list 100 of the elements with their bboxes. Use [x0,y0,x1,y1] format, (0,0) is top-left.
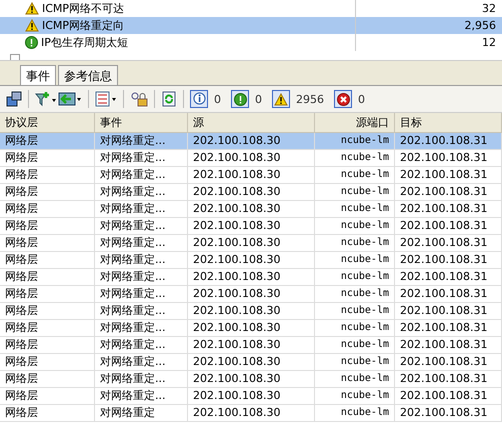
table-cell: 网络层 [0,201,95,218]
table-cell: ncube-lm [315,303,395,320]
table-cell: ncube-lm [315,337,395,354]
filter-count: 2956 [296,92,324,106]
table-cell: 202.100.108.31 [395,320,502,337]
table-cell: ncube-lm [315,269,395,286]
table-cell: 202.100.108.30 [188,235,315,252]
table-cell: ncube-lm [315,133,395,150]
exclamation-icon [234,92,246,106]
export-icon[interactable] [58,91,82,107]
table-cell: 202.100.108.31 [395,371,502,388]
table-cell: 网络层 [0,184,95,201]
table-cell: 对网络重定... [95,354,188,371]
table-cell: 202.100.108.31 [395,354,502,371]
filter-count: 0 [358,92,365,106]
tree-row[interactable]: ICMP网络重定向 2,956 [0,17,502,34]
warning-icon [25,19,39,32]
table-cell: 202.100.108.31 [395,252,502,269]
table-cell: ncube-lm [315,371,395,388]
table-cell: 202.100.108.31 [395,235,502,252]
tree-label: ICMP网络重定向 [42,18,124,33]
refresh-icon[interactable] [161,91,177,107]
table-cell: 202.100.108.31 [395,218,502,235]
table-cell: 对网络重定... [95,320,188,337]
table-cell: 202.100.108.31 [395,201,502,218]
event-count: 32 [481,2,497,15]
table-cell: 202.100.108.30 [188,354,315,371]
table-cell: 202.100.108.31 [395,150,502,167]
table-cell: 202.100.108.31 [395,405,502,422]
list-icon[interactable] [95,91,117,107]
table-cell: 网络层 [0,269,95,286]
warning-icon [25,2,39,15]
column-header[interactable]: 目标 [395,113,502,133]
column-header[interactable]: 协议层 [0,113,95,133]
table-cell: 网络层 [0,150,95,167]
column-header[interactable]: 源 [188,113,315,133]
table-cell: 对网络重定... [95,235,188,252]
tree-label: ICMP网络不可达 [42,1,124,16]
tree-label: IP包生存周期太短 [41,35,128,50]
table-cell: 202.100.108.30 [188,371,315,388]
table-cell: ncube-lm [315,184,395,201]
table-cell: 202.100.108.31 [395,184,502,201]
lock-icon[interactable] [130,91,148,107]
filter-toggle[interactable] [190,90,208,108]
table-cell: 对网络重定... [95,218,188,235]
table-cell: 对网络重定... [95,133,188,150]
table-cell: 202.100.108.30 [188,184,315,201]
table-cell: 对网络重定... [95,337,188,354]
table-cell: 202.100.108.31 [395,269,502,286]
table-cell: 202.100.108.30 [188,269,315,286]
table-cell: ncube-lm [315,388,395,405]
table-cell: 202.100.108.30 [188,167,315,184]
column-header[interactable]: 源端口 [315,113,395,133]
filter-toggle[interactable] [231,90,249,108]
table-cell: 对网络重定... [95,184,188,201]
table-cell: 202.100.108.30 [188,150,315,167]
table-cell: 202.100.108.30 [188,218,315,235]
table-cell: ncube-lm [315,252,395,269]
table-cell: ncube-lm [315,150,395,167]
table-cell: 对网络重定 [95,405,188,422]
table-cell: 202.100.108.31 [395,167,502,184]
table-cell: 对网络重定... [95,252,188,269]
table-cell: 网络层 [0,388,95,405]
table-cell: 202.100.108.30 [188,252,315,269]
table-cell: 202.100.108.31 [395,337,502,354]
filter-toggle[interactable] [272,90,290,108]
filter-count: 0 [214,92,221,106]
table-cell: 202.100.108.31 [395,286,502,303]
table-cell: 202.100.108.30 [188,286,315,303]
tree-row[interactable]: IP包生存周期太短 12 [0,34,502,51]
table-cell: 对网络重定... [95,201,188,218]
table-cell: 网络层 [0,337,95,354]
filter-count: 0 [255,92,262,106]
table-cell: 网络层 [0,405,95,422]
info-icon [192,92,206,106]
table-cell: 网络层 [0,371,95,388]
table-cell: 网络层 [0,252,95,269]
table-cell: 网络层 [0,354,95,371]
table-cell: 202.100.108.30 [188,303,315,320]
table-cell: 网络层 [0,218,95,235]
table-cell: 网络层 [0,286,95,303]
filter-toggle[interactable] [334,90,352,108]
table-cell: ncube-lm [315,167,395,184]
event-count: 12 [481,36,497,49]
exclamation-icon [25,36,38,49]
warning-icon [274,92,288,106]
table-cell: 网络层 [0,320,95,337]
table-cell: ncube-lm [315,201,395,218]
table-cell: 202.100.108.31 [395,303,502,320]
table-cell: ncube-lm [315,354,395,371]
tab[interactable]: 事件 [20,65,56,85]
grid-icon[interactable] [6,91,22,107]
table-cell: 对网络重定... [95,150,188,167]
filter-add-icon[interactable] [35,91,57,107]
tab[interactable]: 参考信息 [58,65,118,85]
column-header[interactable]: 事件 [95,113,188,133]
table-cell: 对网络重定... [95,286,188,303]
event-count: 2,956 [464,19,497,32]
table-cell: 对网络重定... [95,303,188,320]
table-cell: ncube-lm [315,235,395,252]
